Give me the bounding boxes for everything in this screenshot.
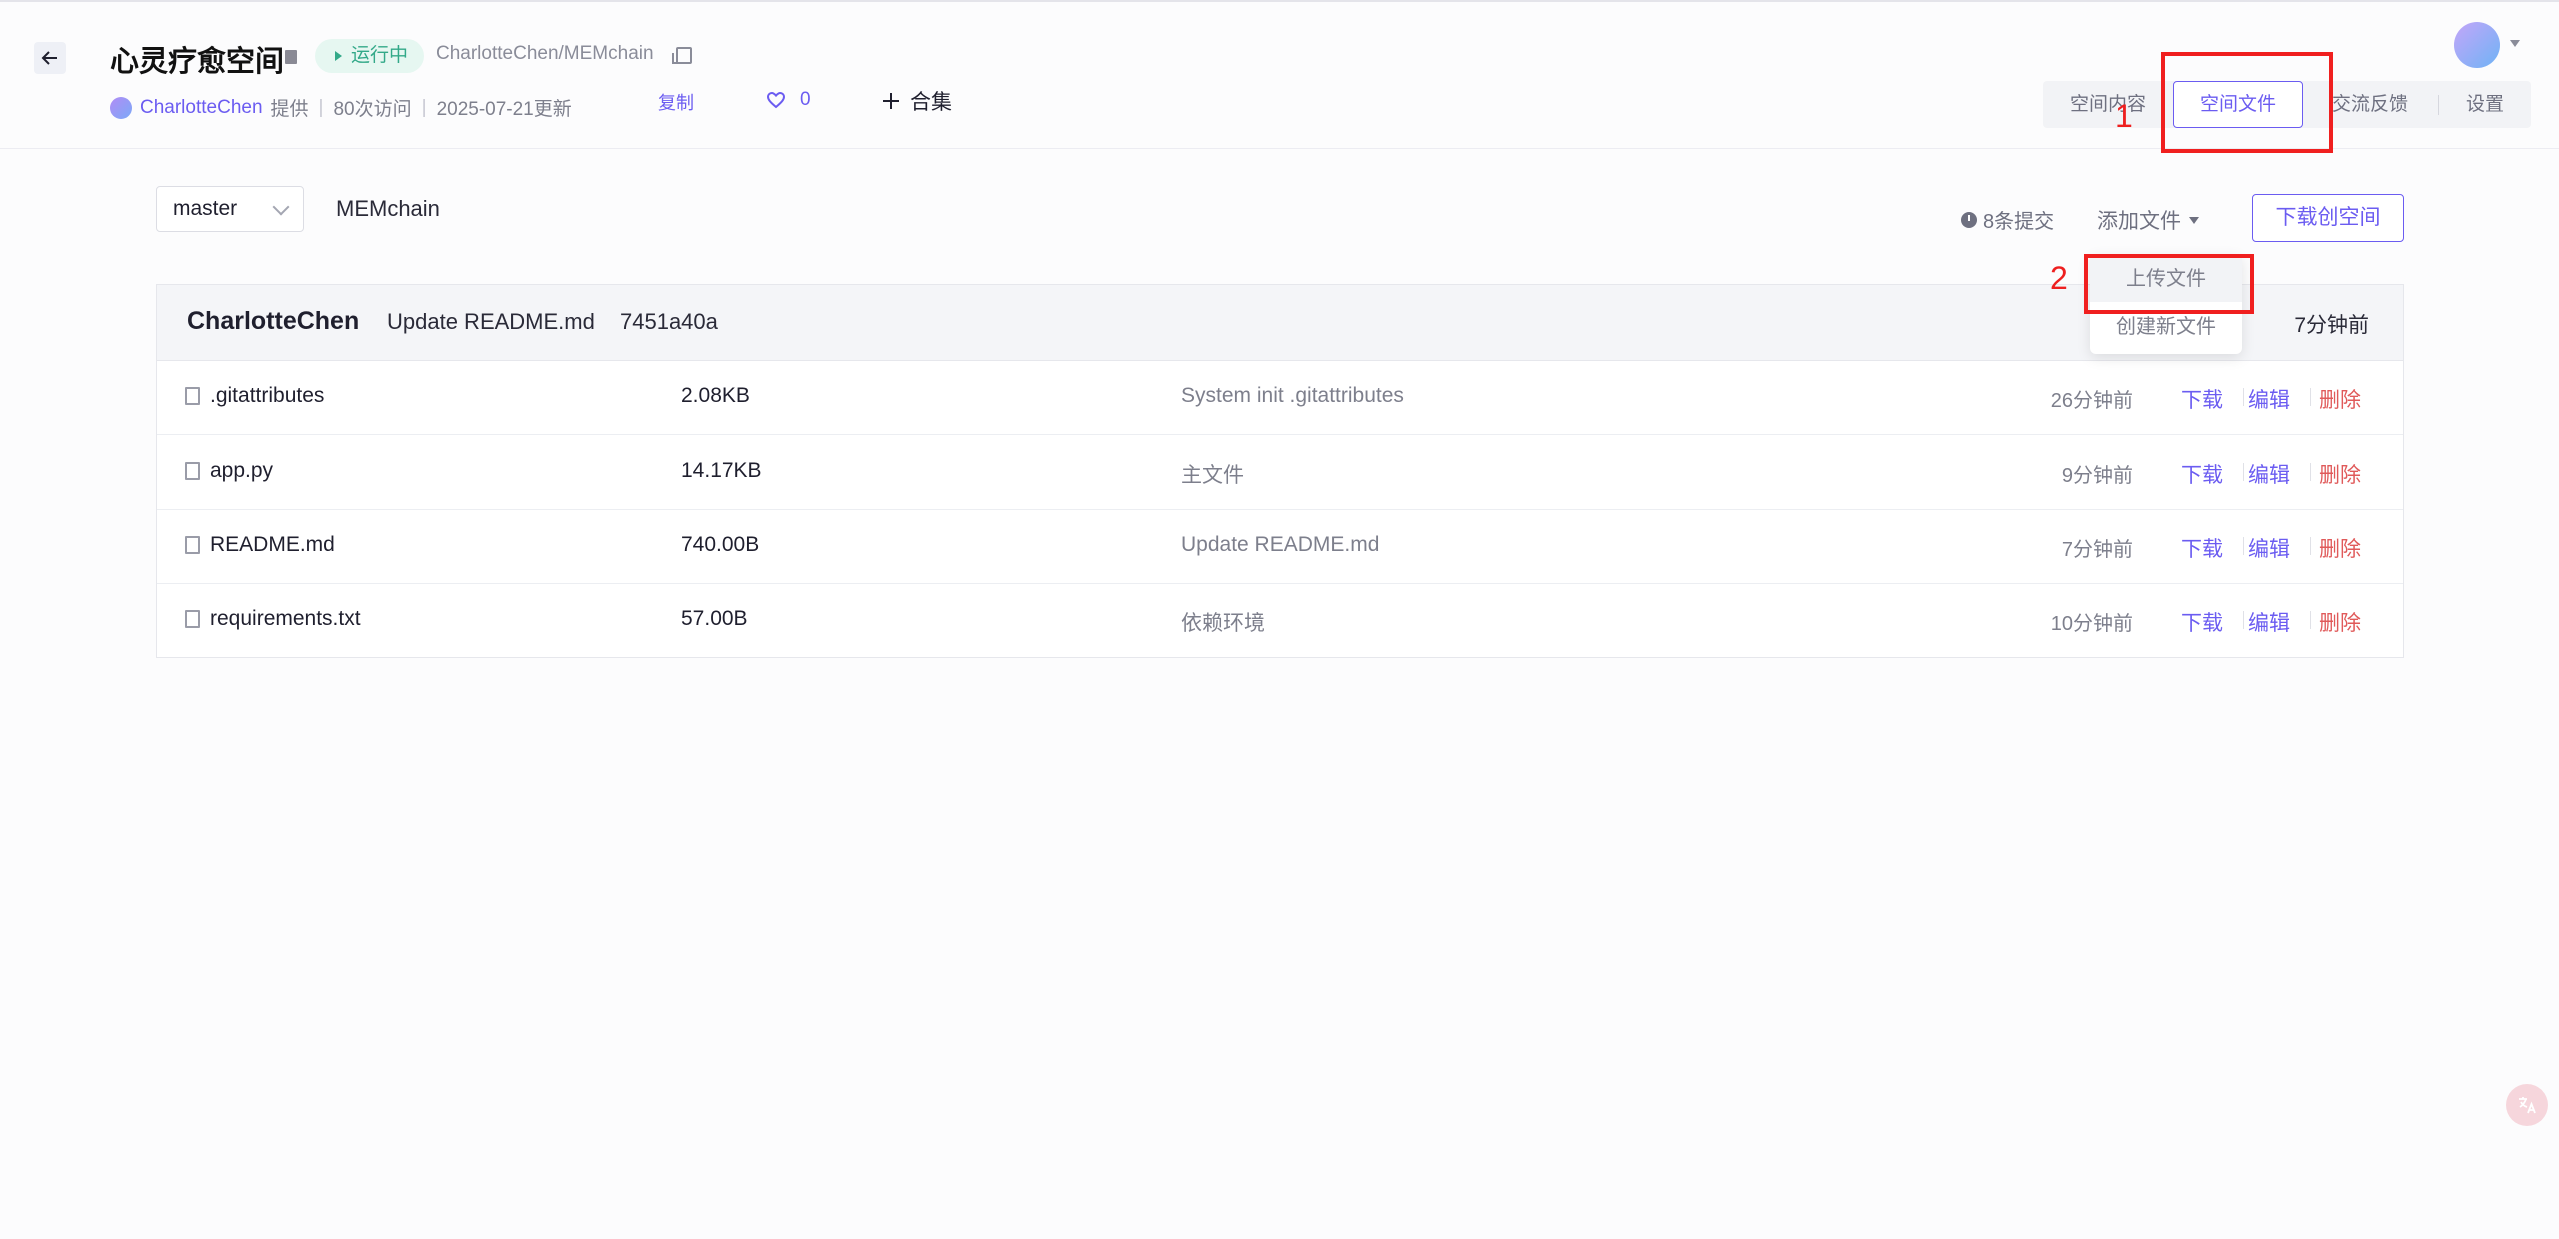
divider <box>2243 388 2244 406</box>
edit-link[interactable]: 编辑 <box>2248 459 2290 489</box>
collection-label: 合集 <box>910 91 952 114</box>
author-link[interactable]: CharlotteChen <box>140 97 263 119</box>
divider <box>2310 537 2311 555</box>
table-row: README.md 740.00B Update README.md 7分钟前 … <box>157 509 2403 584</box>
divider: | <box>421 96 427 118</box>
file-time: 26分钟前 <box>2050 390 2133 412</box>
commit-author[interactable]: CharlotteChen <box>187 307 359 336</box>
like-count: 0 <box>800 89 811 110</box>
branch-value: master <box>173 197 238 220</box>
branch-select[interactable]: master <box>156 186 304 232</box>
delete-link[interactable]: 删除 <box>2319 459 2361 489</box>
updated-date: 2025-07-21更新 <box>436 99 572 120</box>
file-commit-message: System init .gitattributes <box>1181 384 1404 407</box>
author-avatar <box>110 96 132 119</box>
divider <box>2310 611 2311 629</box>
file-commit-message: 主文件 <box>1181 464 1244 487</box>
file-name[interactable]: requirements.txt <box>210 607 361 631</box>
edit-link[interactable]: 编辑 <box>2248 533 2290 563</box>
copy-button[interactable]: 复制 <box>658 89 694 115</box>
clock-icon <box>1961 211 1977 228</box>
like-button[interactable]: 0 <box>766 89 811 111</box>
divider <box>2243 611 2244 629</box>
commits-link[interactable]: 8条提交 <box>1961 205 2054 234</box>
page-title: 心灵疗愈空间 <box>110 46 285 78</box>
file-icon <box>185 462 200 480</box>
create-file-item[interactable]: 创建新文件 <box>2090 304 2242 350</box>
file-size: 14.17KB <box>681 459 762 482</box>
commit-message: Update README.md <box>387 309 595 334</box>
delete-link[interactable]: 删除 <box>2319 607 2361 637</box>
download-space-button[interactable]: 下载创空间 <box>2252 194 2404 242</box>
translate-icon <box>2519 1097 2536 1114</box>
annotation-label-2: 2 <box>2050 260 2068 296</box>
file-time: 10分钟前 <box>2050 613 2133 635</box>
repo-name: MEMchain <box>336 196 440 221</box>
user-avatar[interactable] <box>2454 22 2500 68</box>
file-time: 9分钟前 <box>2061 465 2133 487</box>
plus-icon <box>883 93 899 109</box>
download-link[interactable]: 下载 <box>2181 459 2223 489</box>
file-commit-message: 依赖环境 <box>1181 612 1265 635</box>
file-icon <box>185 387 200 405</box>
file-icon <box>185 610 200 628</box>
download-link[interactable]: 下载 <box>2181 533 2223 563</box>
edit-link[interactable]: 编辑 <box>2248 384 2290 414</box>
chevron-down-icon[interactable] <box>2510 40 2520 47</box>
divider <box>2310 463 2311 481</box>
annotation-label-1: 1 <box>2115 98 2133 134</box>
tab-space-content[interactable]: 空间内容 <box>2043 81 2173 128</box>
delete-link[interactable]: 删除 <box>2319 533 2361 563</box>
table-row: requirements.txt 57.00B 依赖环境 10分钟前 下载 编辑… <box>157 583 2403 657</box>
chevron-down-icon <box>272 198 290 216</box>
provided-label: 提供 <box>270 99 309 120</box>
repo-path[interactable]: CharlotteChen/MEMchain <box>436 43 654 65</box>
commit-hash[interactable]: 7451a40a <box>620 309 718 335</box>
file-name[interactable]: app.py <box>210 459 273 483</box>
file-name[interactable]: README.md <box>210 533 335 557</box>
upload-file-item[interactable]: 上传文件 <box>2090 256 2242 302</box>
translate-button[interactable] <box>2506 1084 2548 1126</box>
add-file-dropdown: 上传文件 创建新文件 <box>2090 254 2242 354</box>
status-badge: 运行中 <box>315 39 425 73</box>
file-name[interactable]: .gitattributes <box>210 384 324 408</box>
commit-count: 8条提交 <box>1983 211 2055 233</box>
arrow-left-icon <box>41 51 57 65</box>
add-file-menu[interactable]: 添加文件 <box>2097 205 2199 235</box>
delete-link[interactable]: 删除 <box>2319 384 2361 414</box>
copy-icon[interactable] <box>672 47 692 64</box>
bookmark-icon <box>285 50 297 64</box>
commit-time: 7分钟前 <box>2294 314 2369 337</box>
download-link[interactable]: 下载 <box>2181 607 2223 637</box>
tab-space-files[interactable]: 空间文件 <box>2173 81 2303 128</box>
table-row: .gitattributes 2.08KB System init .gitat… <box>157 360 2403 435</box>
file-size: 2.08KB <box>681 384 750 407</box>
add-collection-button[interactable]: 合集 <box>882 86 952 116</box>
table-row: app.py 14.17KB 主文件 9分钟前 下载 编辑 删除 <box>157 435 2403 510</box>
visit-count: 80次访问 <box>333 99 412 120</box>
back-button[interactable] <box>34 42 66 74</box>
space-header: 心灵疗愈空间 运行中 CharlotteChen/MEMchain Charlo… <box>0 2 2559 149</box>
divider <box>2243 537 2244 555</box>
file-commit-message: Update README.md <box>1181 533 1380 556</box>
heart-icon <box>766 91 786 109</box>
divider: | <box>318 96 324 118</box>
divider <box>2310 388 2311 406</box>
file-table: CharlotteChen Update README.md 7451a40a … <box>156 284 2404 658</box>
caret-down-icon <box>2189 216 2199 224</box>
file-time: 7分钟前 <box>2061 539 2133 561</box>
file-size: 740.00B <box>681 533 760 556</box>
edit-link[interactable]: 编辑 <box>2248 607 2290 637</box>
file-size: 57.00B <box>681 607 748 630</box>
space-meta: CharlotteChen 提供 | 80次访问 | 2025-07-21更新 <box>110 94 572 121</box>
download-link[interactable]: 下载 <box>2181 384 2223 414</box>
tab-settings[interactable]: 设置 <box>2439 81 2531 128</box>
divider <box>2243 463 2244 481</box>
add-file-label: 添加文件 <box>2097 210 2181 233</box>
tab-feedback[interactable]: 交流反馈 <box>2305 81 2435 128</box>
file-icon <box>185 536 200 554</box>
